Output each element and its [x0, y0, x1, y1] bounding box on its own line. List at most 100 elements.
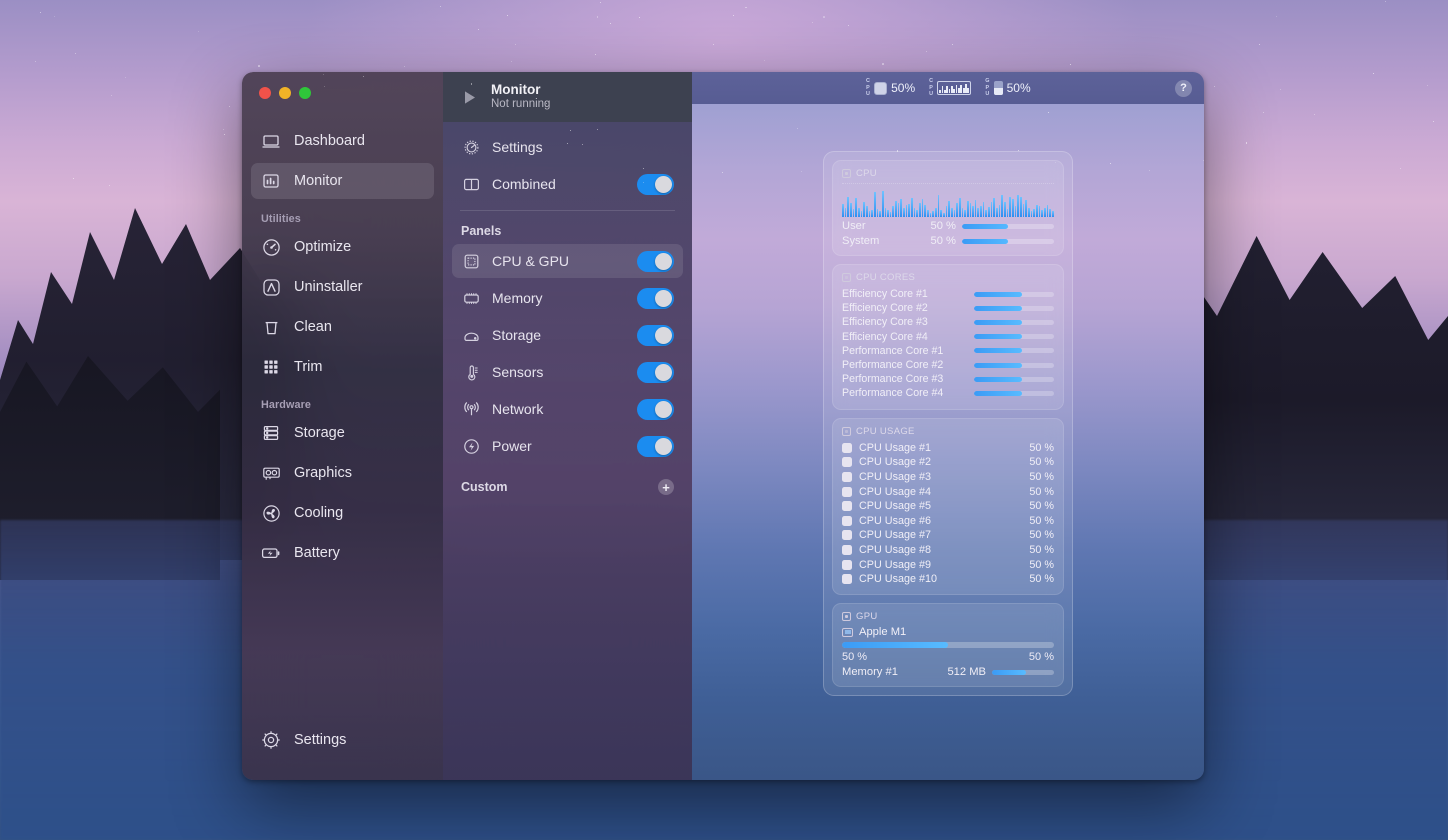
chart-bar	[871, 210, 873, 217]
cpu-core-row: Performance Core #1	[842, 344, 1054, 358]
gpu-card-title: GPU	[856, 611, 878, 623]
trash-icon	[260, 316, 282, 338]
sidebar-item-battery[interactable]: Battery	[251, 535, 434, 571]
chart-bar	[881, 190, 884, 217]
panel-row-storage[interactable]: Storage	[452, 318, 683, 352]
checkbox[interactable]	[842, 574, 852, 585]
checkbox[interactable]	[842, 457, 852, 468]
checkbox[interactable]	[842, 442, 852, 453]
zoom-button[interactable]	[299, 87, 311, 99]
chart-bar	[1012, 199, 1014, 217]
app-window: Dashboard Monitor Utilities Optimize Uni…	[242, 72, 1204, 780]
custom-heading-label: Custom	[461, 480, 508, 494]
star	[744, 6, 747, 9]
chart-bar	[967, 87, 970, 93]
gpu-card-icon	[260, 462, 282, 484]
checkbox[interactable]	[842, 544, 852, 555]
cpu-core-row: Performance Core #2	[842, 358, 1054, 372]
minimize-button[interactable]	[279, 87, 291, 99]
panel-toggle-power[interactable]	[637, 435, 674, 457]
panel-label: Memory	[492, 290, 543, 306]
play-icon[interactable]	[459, 87, 479, 107]
panel-row-cpu-gpu[interactable]: CPU & GPU	[452, 244, 683, 278]
chart-bar	[884, 207, 887, 217]
cpu-usage-row: CPU Usage #1 50 %	[842, 441, 1054, 456]
menubar-widget-cpu-gauge[interactable]: CPU 50%	[866, 78, 915, 97]
checkbox[interactable]	[842, 471, 852, 482]
row-label: Combined	[492, 176, 556, 192]
sidebar-item-cooling[interactable]: Cooling	[251, 495, 434, 531]
sidebar-item-monitor[interactable]: Monitor	[251, 163, 434, 199]
checkbox[interactable]	[842, 501, 852, 512]
panel-toggle-sensors[interactable]	[637, 361, 674, 383]
menubar-widget-cpu-graph[interactable]: CPU	[929, 78, 972, 97]
row-combined[interactable]: Combined	[452, 167, 683, 201]
sidebar-item-label: Graphics	[294, 465, 353, 481]
panel-toggle-cpu-gpu[interactable]	[637, 250, 674, 272]
sidebar-item-optimize[interactable]: Optimize	[251, 229, 434, 265]
star	[470, 83, 473, 85]
star	[1280, 89, 1282, 91]
sidebar-item-storage[interactable]: Storage	[251, 415, 434, 451]
chart-bar	[1043, 207, 1046, 217]
sidebar-item-clean[interactable]: Clean	[251, 309, 434, 345]
star	[812, 21, 814, 23]
progress-bar	[974, 334, 1054, 340]
star	[1017, 149, 1019, 151]
checkbox[interactable]	[842, 559, 852, 570]
star	[110, 94, 112, 96]
sidebar-item-graphics[interactable]: Graphics	[251, 455, 434, 491]
chart-bar	[905, 205, 908, 217]
cpu-cores-card-header: CPU CORES	[842, 272, 1054, 283]
row-settings[interactable]: Settings	[452, 130, 683, 164]
chart-bar	[948, 200, 950, 217]
chart-bar	[842, 203, 844, 217]
core-label: Performance Core #3	[842, 373, 944, 386]
checkbox[interactable]	[842, 530, 852, 541]
cpu-core-row: Efficiency Core #4	[842, 330, 1054, 344]
close-button[interactable]	[259, 87, 271, 99]
panels-heading-label: Panels	[461, 224, 502, 238]
cpu-card-title: CPU	[856, 168, 877, 179]
star	[404, 65, 406, 67]
chart-bar	[1035, 204, 1038, 217]
panel-row-sensors[interactable]: Sensors	[452, 355, 683, 389]
sidebar-item-settings[interactable]: Settings	[251, 722, 434, 758]
checkbox[interactable]	[842, 515, 852, 526]
sidebar-item-label: Optimize	[294, 239, 352, 255]
chart-bar	[982, 201, 985, 217]
gpu-card-header: GPU	[842, 611, 1054, 622]
sidebar-item-label: Cooling	[294, 505, 344, 521]
checkbox[interactable]	[842, 486, 852, 497]
panel-label: CPU & GPU	[492, 253, 570, 269]
gpu-card-icon	[842, 627, 853, 637]
row-value: 512 MB	[947, 666, 986, 679]
cpu-usage-row: CPU Usage #4 50 %	[842, 484, 1054, 499]
menubar-widget-gpu-bar[interactable]: GPU 50%	[985, 78, 1030, 97]
speedometer-icon	[260, 236, 282, 258]
menubar-widget-label: GPU	[985, 78, 990, 98]
chart-bar	[855, 198, 857, 217]
sidebar-nav: Dashboard Monitor Utilities Optimize Uni…	[242, 123, 443, 722]
vertical-bar-icon	[993, 81, 1003, 95]
usage-label: CPU Usage #3	[859, 470, 932, 483]
sidebar-item-uninstaller[interactable]: Uninstaller	[251, 269, 434, 305]
panel-row-power[interactable]: Power	[452, 429, 683, 463]
traffic-lights	[242, 72, 443, 99]
add-custom-panel-button[interactable]: +	[658, 479, 674, 495]
panel-toggle-network[interactable]	[637, 398, 674, 420]
combined-toggle[interactable]	[637, 173, 674, 195]
panel-row-memory[interactable]: Memory	[452, 281, 683, 315]
chart-bar	[1030, 211, 1033, 217]
panel-toggle-storage[interactable]	[637, 324, 674, 346]
cpu-core-row: Performance Core #4	[842, 386, 1054, 400]
sidebar-item-trim[interactable]: Trim	[251, 349, 434, 385]
page-title: Monitor	[491, 81, 541, 97]
panel-row-network[interactable]: Network	[452, 392, 683, 426]
cpu-core-row: Efficiency Core #3	[842, 315, 1054, 329]
chart-bar	[956, 202, 958, 217]
chart-bar	[1017, 195, 1019, 217]
chart-bar	[945, 206, 948, 217]
help-button[interactable]: ?	[1175, 79, 1192, 97]
panel-toggle-memory[interactable]	[637, 287, 674, 309]
